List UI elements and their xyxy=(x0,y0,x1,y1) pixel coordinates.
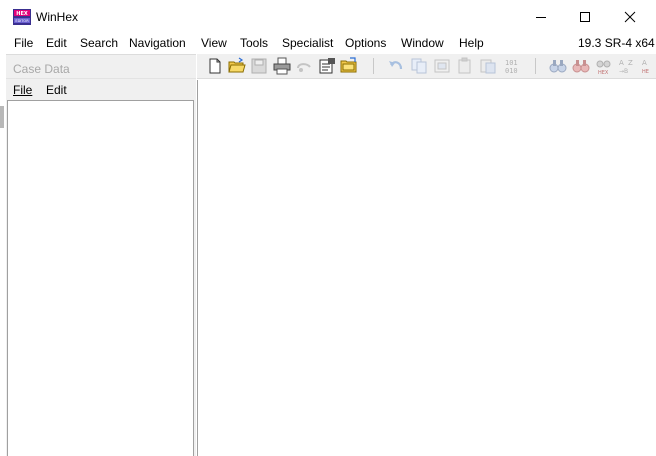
menu-help[interactable]: Help xyxy=(459,36,484,50)
cut-icon[interactable] xyxy=(433,57,451,75)
case-menu-edit[interactable]: Edit xyxy=(46,83,67,97)
write-binary-icon[interactable]: 101 010 xyxy=(502,57,524,75)
close-icon xyxy=(624,11,636,23)
undo-icon[interactable] xyxy=(387,57,405,75)
svg-text:HEX: HEX xyxy=(16,11,28,17)
case-data-panel: Case Data File Edit xyxy=(6,54,196,456)
new-file-icon[interactable] xyxy=(206,57,224,75)
toolbar-separator xyxy=(535,58,536,74)
case-data-menu: File Edit xyxy=(6,80,196,100)
menu-options[interactable]: Options xyxy=(345,36,386,50)
case-data-header[interactable]: Case Data xyxy=(6,55,196,79)
svg-text:HE: HE xyxy=(642,69,649,75)
open-folder-icon[interactable] xyxy=(340,57,358,75)
menu-specialist[interactable]: Specialist xyxy=(282,36,333,50)
save-icon[interactable] xyxy=(250,57,268,75)
menu-bar: File Edit Search Navigation View Tools S… xyxy=(0,34,656,52)
open-file-icon[interactable] xyxy=(228,57,246,75)
toolbar: 101 010 HEX A Z →B A HE xyxy=(197,54,656,79)
menu-tools[interactable]: Tools xyxy=(240,36,268,50)
window-title: WinHex xyxy=(36,10,79,24)
svg-text:010: 010 xyxy=(505,67,518,75)
find-hex-icon[interactable]: HEX xyxy=(595,57,613,75)
find-replace-icon[interactable] xyxy=(572,57,590,75)
menu-navigation[interactable]: Navigation xyxy=(129,36,186,50)
main-workspace[interactable] xyxy=(197,80,656,456)
menu-window[interactable]: Window xyxy=(401,36,444,50)
svg-text:A: A xyxy=(619,59,624,67)
print-icon[interactable] xyxy=(273,57,291,75)
svg-text:101: 101 xyxy=(505,59,518,67)
close-button[interactable] xyxy=(607,0,653,34)
paste-icon[interactable] xyxy=(456,57,474,75)
case-menu-file[interactable]: File xyxy=(13,83,32,97)
undo-history-icon[interactable] xyxy=(295,57,313,75)
title-bar[interactable]: HEX EDITOR WinHex xyxy=(0,0,656,34)
find-icon[interactable] xyxy=(549,57,567,75)
version-label: 19.3 SR-4 x64 xyxy=(578,36,655,50)
svg-text:A: A xyxy=(642,59,647,67)
maximize-button[interactable] xyxy=(562,0,608,34)
winhex-logo-icon: HEX EDITOR xyxy=(13,9,31,25)
svg-text:Z: Z xyxy=(628,59,633,67)
replace-hex-icon[interactable]: A HE xyxy=(641,57,655,75)
svg-text:→B: →B xyxy=(619,68,628,75)
menu-view[interactable]: View xyxy=(201,36,227,50)
menu-file[interactable]: File xyxy=(14,36,33,50)
copy-icon[interactable] xyxy=(410,57,428,75)
svg-text:EDITOR: EDITOR xyxy=(15,19,29,23)
menu-search[interactable]: Search xyxy=(80,36,118,50)
maximize-icon xyxy=(580,12,590,22)
panel-splitter-grip[interactable] xyxy=(0,106,4,128)
properties-icon[interactable] xyxy=(318,57,336,75)
minimize-icon xyxy=(536,17,546,18)
svg-text:HEX: HEX xyxy=(598,70,609,75)
menu-edit[interactable]: Edit xyxy=(46,36,67,50)
toolbar-separator xyxy=(373,58,374,74)
replace-text-icon[interactable]: A Z →B xyxy=(618,57,636,75)
case-data-tree[interactable] xyxy=(7,100,194,456)
minimize-button[interactable] xyxy=(518,0,564,34)
case-data-title: Case Data xyxy=(13,62,70,76)
paste-special-icon[interactable] xyxy=(479,57,497,75)
